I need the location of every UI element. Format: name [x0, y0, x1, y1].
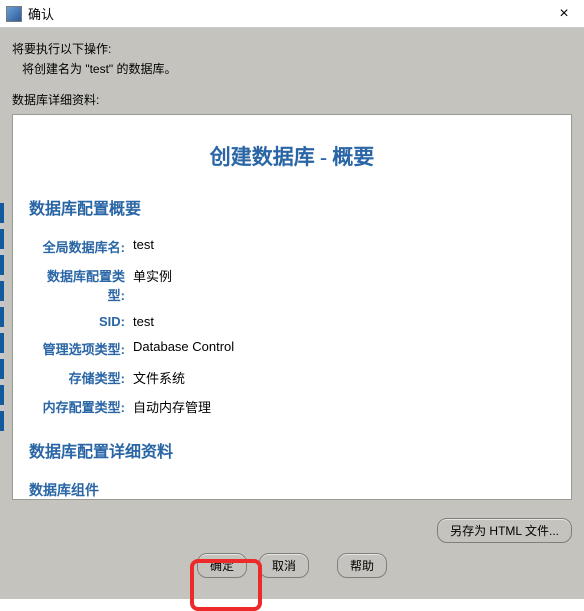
ok-button[interactable]: 确定: [197, 553, 247, 578]
config-label: 管理选项类型:: [33, 339, 129, 358]
config-label: 存储类型:: [33, 368, 129, 387]
button-row: 确定 取消 帮助: [12, 553, 572, 578]
app-icon: [6, 6, 22, 22]
config-label: 数据库配置类型:: [33, 266, 129, 304]
close-icon[interactable]: ×: [550, 4, 578, 24]
section-config-detail-title: 数据库配置详细资料: [29, 438, 555, 462]
config-label: SID:: [33, 314, 129, 329]
config-row: 管理选项类型: Database Control: [33, 339, 555, 358]
config-row: SID: test: [33, 314, 555, 329]
components-title: 数据库组件: [29, 480, 555, 500]
config-value: 单实例: [129, 266, 172, 304]
config-row: 数据库配置类型: 单实例: [33, 266, 555, 304]
window-title: 确认: [28, 4, 550, 23]
config-value: test: [129, 237, 154, 256]
config-row: 全局数据库名: test: [33, 237, 555, 256]
cancel-button[interactable]: 取消: [259, 553, 309, 578]
section-config-summary-title: 数据库配置概要: [29, 195, 555, 219]
config-value: test: [129, 314, 154, 329]
config-value: 自动内存管理: [129, 397, 211, 416]
config-value: Database Control: [129, 339, 234, 358]
details-title: 创建数据库 - 概要: [29, 141, 555, 171]
config-row: 存储类型: 文件系统: [33, 368, 555, 387]
dialog-body: 将要执行以下操作: 将创建名为 "test" 的数据库。 数据库详细资料: 创建…: [0, 28, 584, 599]
config-summary-table: 全局数据库名: test 数据库配置类型: 单实例 SID: test 管理选项…: [33, 237, 555, 416]
config-row: 内存配置类型: 自动内存管理: [33, 397, 555, 416]
help-button[interactable]: 帮助: [337, 553, 387, 578]
instruction-line-3: 数据库详细资料:: [12, 91, 572, 108]
config-label: 内存配置类型:: [33, 397, 129, 416]
config-value: 文件系统: [129, 368, 185, 387]
save-as-html-button[interactable]: 另存为 HTML 文件...: [437, 518, 572, 543]
save-row: 另存为 HTML 文件...: [12, 518, 572, 543]
details-panel: 创建数据库 - 概要 数据库配置概要 全局数据库名: test 数据库配置类型:…: [12, 114, 572, 500]
titlebar: 确认 ×: [0, 0, 584, 28]
instruction-line-1: 将要执行以下操作:: [12, 40, 572, 57]
left-accent-decoration: [0, 203, 4, 433]
instruction-line-2: 将创建名为 "test" 的数据库。: [22, 60, 572, 77]
config-label: 全局数据库名:: [33, 237, 129, 256]
